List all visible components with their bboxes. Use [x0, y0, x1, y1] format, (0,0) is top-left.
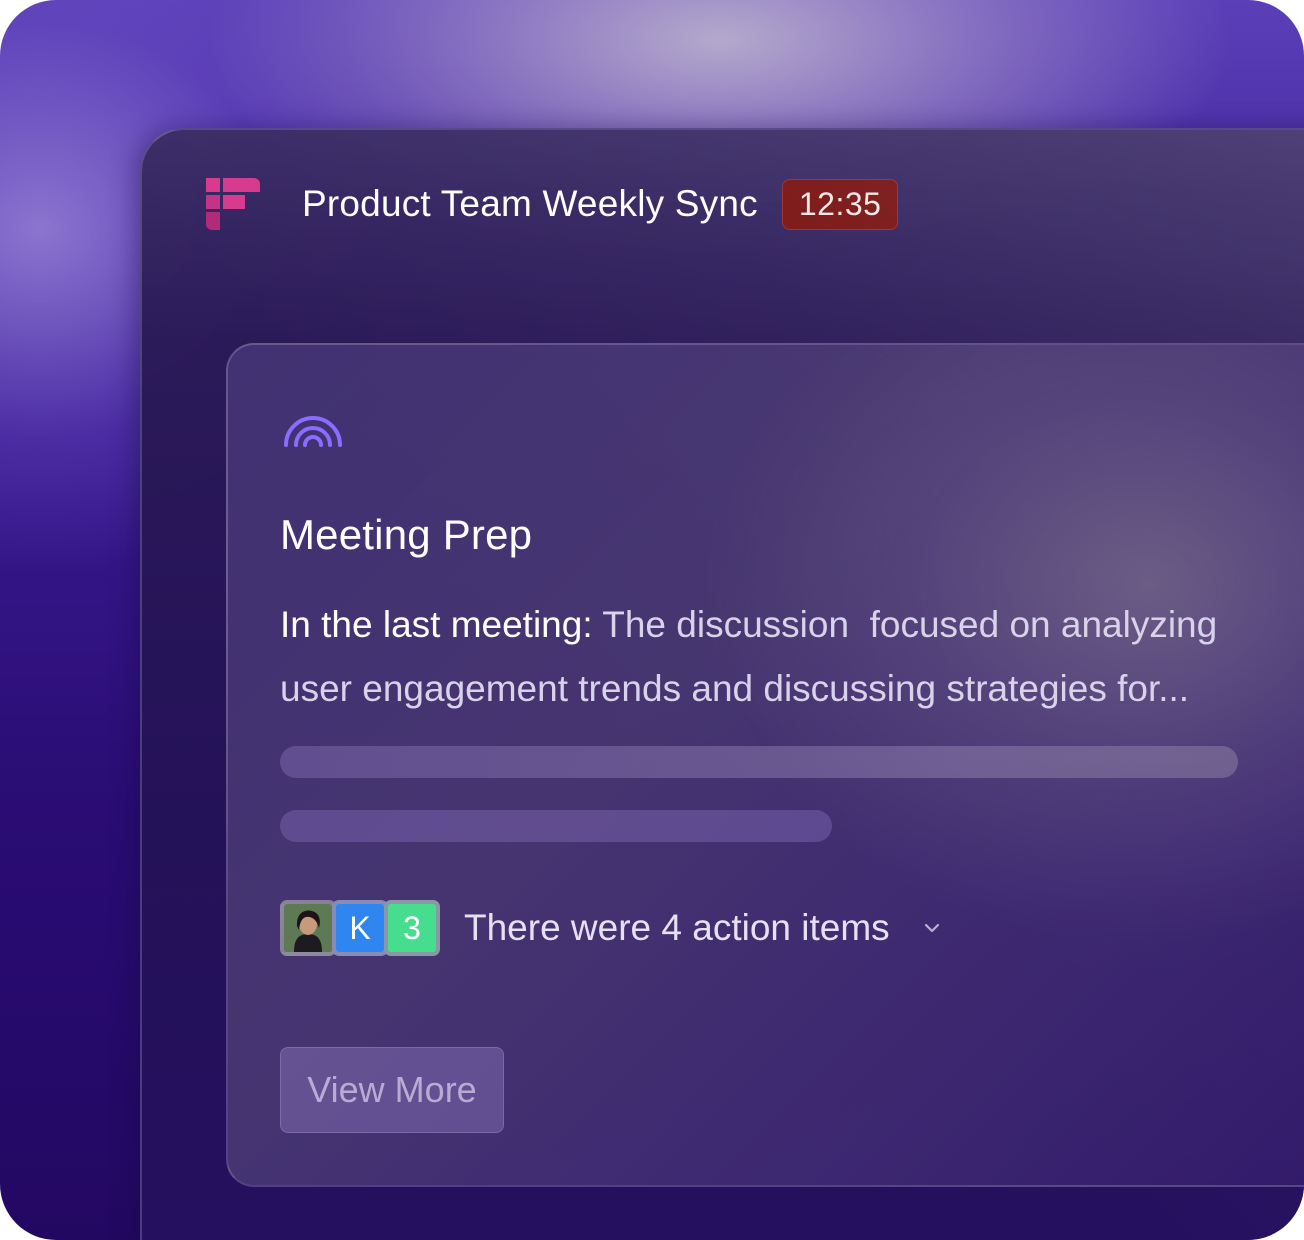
summary-lead: In the last meeting: — [280, 604, 593, 645]
signal-icon — [282, 411, 344, 451]
meeting-summary: In the last meeting: The discussion focu… — [280, 593, 1290, 721]
avatar-count-badge: 3 — [384, 900, 440, 956]
avatar — [280, 900, 336, 956]
meeting-title: Product Team Weekly Sync — [302, 183, 758, 224]
loading-skeleton-line — [280, 810, 832, 842]
action-items-row[interactable]: K 3 There were 4 action items — [280, 896, 944, 960]
background: Product Team Weekly Sync 12:35 Meeting P… — [0, 0, 1304, 1240]
card-title: Meeting Prep — [280, 511, 533, 558]
meeting-prep-card: Meeting Prep In the last meeting: The di… — [226, 343, 1304, 1187]
action-items-summary: There were 4 action items — [464, 907, 890, 948]
avatar-initial: K — [332, 900, 388, 956]
loading-skeleton-line — [280, 746, 1238, 778]
attendee-avatars: K 3 — [280, 900, 440, 956]
title-bar: Product Team Weekly Sync 12:35 — [204, 176, 899, 232]
meeting-timer-badge: 12:35 — [781, 178, 899, 230]
view-more-button[interactable]: View More — [280, 1047, 504, 1133]
chevron-down-icon[interactable] — [920, 916, 944, 940]
app-logo-icon — [204, 176, 260, 232]
person-photo-icon — [284, 904, 332, 952]
